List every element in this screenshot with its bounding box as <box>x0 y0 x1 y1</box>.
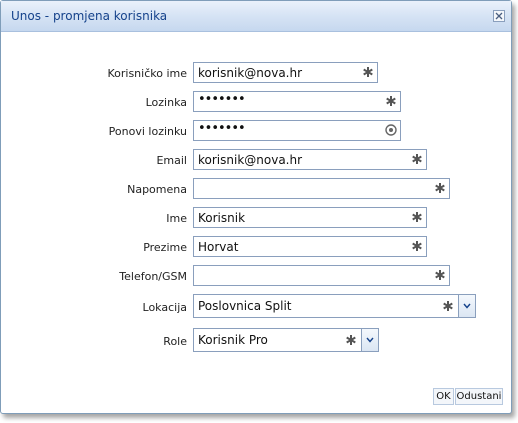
email-field[interactable]: korisnik@nova.hr <box>193 149 427 170</box>
repeat-password-value: ••••••• <box>198 121 246 136</box>
phone-label: Telefon/GSM <box>119 270 187 283</box>
ok-button[interactable]: OK <box>433 388 454 405</box>
first-name-label: Ime <box>166 212 187 225</box>
email-label: Email <box>156 154 187 167</box>
phone-field[interactable] <box>193 265 450 286</box>
role-select[interactable]: Korisnik Pro <box>193 328 379 352</box>
last-name-label: Prezime <box>143 241 187 254</box>
role-value: Korisnik Pro <box>198 333 268 347</box>
asterisk-icon <box>345 334 357 346</box>
dialog-titlebar: Unos - promjena korisnika <box>1 1 511 32</box>
username-field[interactable]: korisnik@nova.hr <box>193 62 378 83</box>
note-label: Napomena <box>127 183 187 196</box>
asterisk-icon <box>411 211 423 223</box>
email-value: korisnik@nova.hr <box>198 153 303 167</box>
chevron-down-icon <box>366 337 374 343</box>
first-name-value: Korisnik <box>198 211 246 225</box>
asterisk-icon <box>442 300 454 312</box>
close-icon <box>495 12 503 20</box>
chevron-down-icon <box>463 303 471 309</box>
close-button[interactable] <box>493 10 505 22</box>
asterisk-icon <box>385 95 397 107</box>
password-field[interactable]: ••••••• <box>193 91 401 112</box>
user-edit-dialog: Unos - promjena korisnika Korisničko ime… <box>0 0 512 414</box>
role-label: Role <box>163 335 187 348</box>
check-circle-icon <box>385 124 397 136</box>
asterisk-icon <box>434 182 446 194</box>
location-value: Poslovnica Split <box>198 299 292 313</box>
role-dropdown-button[interactable] <box>361 329 378 351</box>
last-name-value: Horvat <box>198 240 239 254</box>
first-name-field[interactable]: Korisnik <box>193 207 427 228</box>
password-label: Lozinka <box>145 96 187 109</box>
username-value: korisnik@nova.hr <box>198 66 303 80</box>
cancel-button[interactable]: Odustani <box>455 388 503 405</box>
asterisk-icon <box>411 240 423 252</box>
repeat-password-field[interactable]: ••••••• <box>193 120 401 141</box>
asterisk-icon <box>411 153 423 165</box>
note-field[interactable] <box>193 178 450 199</box>
location-label: Lokacija <box>142 301 187 314</box>
location-select[interactable]: Poslovnica Split <box>193 294 476 318</box>
dialog-title: Unos - promjena korisnika <box>11 9 168 23</box>
asterisk-icon <box>434 269 446 281</box>
password-value: ••••••• <box>198 92 246 107</box>
asterisk-icon <box>362 66 374 78</box>
repeat-password-label: Ponovi lozinku <box>108 125 187 138</box>
location-dropdown-button[interactable] <box>458 295 475 317</box>
last-name-field[interactable]: Horvat <box>193 236 427 257</box>
username-label: Korisničko ime <box>107 67 187 80</box>
